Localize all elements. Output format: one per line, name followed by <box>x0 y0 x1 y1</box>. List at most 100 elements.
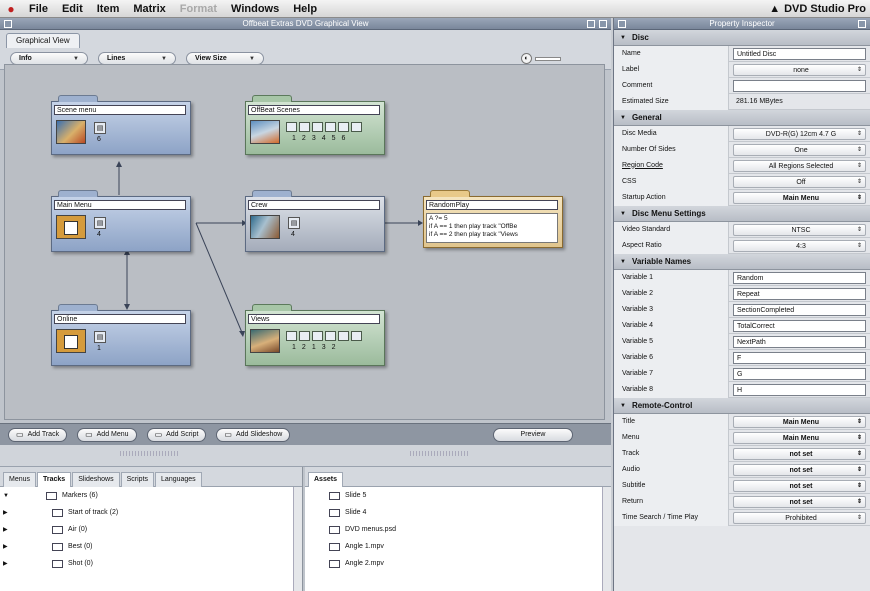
disclosure-open-icon[interactable]: ▼ <box>3 493 9 499</box>
list-item[interactable]: ▶ Shot (0) <box>0 555 302 572</box>
zoom-knob-icon[interactable]: ◐ <box>521 53 532 64</box>
preview-button[interactable]: Preview <box>493 427 573 442</box>
section-header[interactable]: ▼ General <box>614 110 870 126</box>
resize-grip-icon[interactable] <box>410 451 470 456</box>
list-item[interactable]: ▶ Air (0) <box>0 521 302 538</box>
list-item[interactable]: Angle 1.mpv <box>305 538 611 555</box>
disclosure-closed-icon[interactable]: ▶ <box>3 509 8 516</box>
tab-graphical-view[interactable]: Graphical View <box>6 33 80 48</box>
property-label: Menu <box>614 429 729 446</box>
pane-splitter[interactable] <box>0 445 611 467</box>
section-header[interactable]: ▼ Disc <box>614 30 870 46</box>
property-popup[interactable]: 4:3 ⇕ <box>733 239 866 252</box>
node-scene-menu[interactable]: Scene menu ▤ 6 <box>51 95 191 155</box>
app-menu[interactable]: ▲ DVD Studio Pro <box>769 3 870 15</box>
marker-icon <box>46 491 57 500</box>
scrollbar[interactable] <box>293 487 302 591</box>
view-tab-strip: Graphical View <box>0 30 611 48</box>
disclosure-open-icon[interactable]: ▼ <box>620 35 626 41</box>
property-popup[interactable]: Main Menu ⇕ <box>733 415 866 428</box>
property-text-field[interactable]: NextPath <box>733 335 866 348</box>
chapter-numbers: 1 2 3 4 5 6 <box>292 135 345 142</box>
collapse-box-icon[interactable] <box>599 20 607 28</box>
disclosure-open-icon[interactable]: ▼ <box>620 259 626 265</box>
resize-grip-icon[interactable] <box>120 451 180 456</box>
zoom-box-icon[interactable] <box>587 20 595 28</box>
list-item[interactable]: ▼ Markers (6) <box>0 487 302 504</box>
list-item[interactable]: Slide 5 <box>305 487 611 504</box>
menu-item[interactable]: Item <box>90 3 127 15</box>
menu-windows[interactable]: Windows <box>224 3 286 15</box>
menu-format[interactable]: Format <box>173 3 224 15</box>
node-random-play[interactable]: RandomPlay A ?= 5 if A == 1 then play tr… <box>423 190 563 248</box>
graphical-view-titlebar[interactable]: Offbeat Extras DVD Graphical View <box>0 18 611 30</box>
add-menu-button[interactable]: ▭ Add Menu <box>77 427 137 442</box>
menu-edit[interactable]: Edit <box>55 3 90 15</box>
section-header[interactable]: ▼ Variable Names <box>614 254 870 270</box>
list-item[interactable]: DVD menus.psd <box>305 521 611 538</box>
file-icon <box>329 542 340 551</box>
menu-help[interactable]: Help <box>286 3 324 15</box>
property-text-field[interactable]: Untitled Disc <box>733 47 866 60</box>
disclosure-closed-icon[interactable]: ▶ <box>3 560 8 567</box>
property-popup[interactable]: All Regions Selected ⇕ <box>733 159 866 172</box>
node-title: Online <box>54 314 186 324</box>
property-text-field[interactable] <box>733 79 866 92</box>
list-item[interactable]: ▶ Start of track (2) <box>0 504 302 521</box>
property-popup[interactable]: not set ⇕ <box>733 495 866 508</box>
list-item[interactable]: Angle 2.mpv <box>305 555 611 572</box>
disclosure-open-icon[interactable]: ▼ <box>620 211 626 217</box>
menu-file[interactable]: File <box>22 3 55 15</box>
tab-menus[interactable]: Menus <box>3 472 37 487</box>
property-popup[interactable]: Main Menu ⇕ <box>733 191 866 204</box>
node-offbeat-scenes[interactable]: OffBeat Scenes 1 2 3 4 5 6 <box>245 95 385 155</box>
property-text-field[interactable]: H <box>733 383 866 396</box>
property-popup[interactable]: Off ⇕ <box>733 175 866 188</box>
property-popup[interactable]: not set ⇕ <box>733 463 866 476</box>
property-popup[interactable]: none ⇕ <box>733 63 866 76</box>
scrollbar[interactable] <box>602 487 611 591</box>
inspector-titlebar[interactable]: Property Inspector <box>614 18 870 30</box>
disclosure-open-icon[interactable]: ▼ <box>620 115 626 121</box>
list-item[interactable]: Slide 4 <box>305 504 611 521</box>
zoom-slider[interactable] <box>535 56 561 61</box>
property-popup[interactable]: not set ⇕ <box>733 479 866 492</box>
property-popup[interactable]: One ⇕ <box>733 143 866 156</box>
tab-assets[interactable]: Assets <box>308 472 343 487</box>
tab-slideshows[interactable]: Slideshows <box>72 472 120 487</box>
tab-scripts[interactable]: Scripts <box>120 472 155 487</box>
add-slideshow-button[interactable]: ▭ Add Slideshow <box>216 427 291 442</box>
menu-matrix[interactable]: Matrix <box>126 3 172 15</box>
add-track-button[interactable]: ▭ Add Track <box>8 427 68 442</box>
property-popup[interactable]: DVD-R(G) 12cm 4.7 G ⇕ <box>733 127 866 140</box>
property-text-field[interactable]: F <box>733 351 866 364</box>
property-text-field[interactable]: Repeat <box>733 287 866 300</box>
disclosure-closed-icon[interactable]: ▶ <box>3 526 8 533</box>
property-popup[interactable]: NTSC ⇕ <box>733 223 866 236</box>
collapse-box-icon[interactable] <box>858 20 866 28</box>
tab-tracks[interactable]: Tracks <box>37 472 72 487</box>
close-box-icon[interactable] <box>618 20 626 28</box>
node-main-menu[interactable]: Main Menu ▤ 4 <box>51 190 191 252</box>
tab-languages[interactable]: Languages <box>155 472 202 487</box>
node-views[interactable]: Views 1 2 1 3 2 <box>245 304 385 366</box>
node-crew[interactable]: Crew ▤ 4 <box>245 190 385 252</box>
property-text-field[interactable]: G <box>733 367 866 380</box>
disclosure-closed-icon[interactable]: ▶ <box>3 543 8 550</box>
section-header[interactable]: ▼ Disc Menu Settings <box>614 206 870 222</box>
zoom-control[interactable]: ◐ <box>521 53 561 64</box>
property-popup[interactable]: Main Menu ⇕ <box>733 431 866 444</box>
property-text-field[interactable]: Random <box>733 271 866 284</box>
apple-menu-icon[interactable]: ● <box>0 2 22 16</box>
property-popup[interactable]: not set ⇕ <box>733 447 866 460</box>
disclosure-open-icon[interactable]: ▼ <box>620 403 626 409</box>
close-box-icon[interactable] <box>4 20 12 28</box>
graphical-canvas[interactable]: Scene menu ▤ 6 OffBeat Scenes 1 2 3 4 5 … <box>4 64 605 420</box>
add-script-button[interactable]: ▭ Add Script <box>146 427 207 442</box>
property-popup[interactable]: Prohibited ⇕ <box>733 511 866 524</box>
property-text-field[interactable]: SectionCompleted <box>733 303 866 316</box>
section-header[interactable]: ▼ Remote-Control <box>614 398 870 414</box>
property-text-field[interactable]: TotalCorrect <box>733 319 866 332</box>
list-item[interactable]: ▶ Best (0) <box>0 538 302 555</box>
node-online[interactable]: Online ▤ 1 <box>51 304 191 366</box>
